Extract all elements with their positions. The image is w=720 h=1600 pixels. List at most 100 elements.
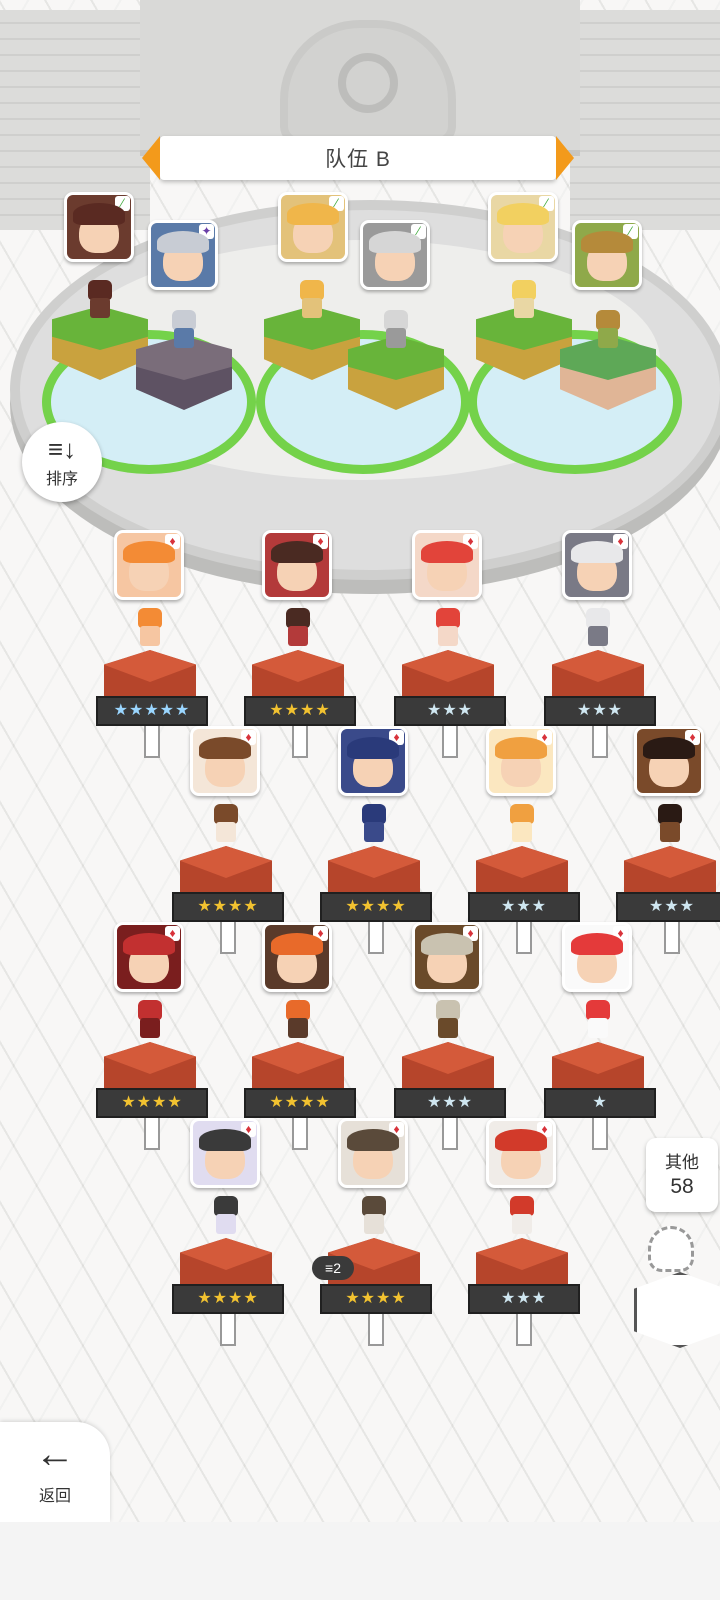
roster-pedestal[interactable]: ★★★★: [244, 640, 356, 758]
sprite-body: [216, 822, 236, 842]
team-hero-sprite[interactable]: [82, 280, 118, 320]
team-hero-portrait[interactable]: ⁄: [488, 192, 558, 262]
roster-pedestal[interactable]: ★★★★: [320, 836, 432, 954]
roster-hero-portrait[interactable]: ♦: [190, 726, 260, 796]
portrait-hair: [347, 737, 399, 759]
star-rating: ★★★: [394, 1088, 506, 1118]
roster-hero-sprite[interactable]: [208, 804, 244, 844]
portrait-hair: [287, 203, 339, 225]
portrait-hair: [369, 231, 421, 253]
next-team-arrow-icon[interactable]: [556, 136, 574, 180]
roster-pedestal[interactable]: ★★★: [394, 640, 506, 758]
sort-button[interactable]: ≡↓ 排序: [22, 422, 102, 502]
sprite-body: [288, 1018, 308, 1038]
roster-hero-sprite[interactable]: [132, 608, 168, 648]
sprite-body: [386, 328, 406, 348]
sprite-head: [138, 1000, 162, 1020]
roster-pedestal[interactable]: ★★★★: [172, 836, 284, 954]
team-hero-portrait[interactable]: ⁄: [360, 220, 430, 290]
roster-hero-portrait[interactable]: ♦: [412, 530, 482, 600]
team-hero-sprite[interactable]: [294, 280, 330, 320]
sprite-head: [286, 608, 310, 628]
roster-pedestal[interactable]: ★★★★: [172, 1228, 284, 1346]
roster-pedestal[interactable]: ★★★★: [96, 1032, 208, 1150]
previous-team-arrow-icon[interactable]: [142, 136, 160, 180]
portrait-hair: [495, 737, 547, 759]
roster-hero-sprite[interactable]: [652, 804, 688, 844]
roster-hero-sprite[interactable]: [504, 1196, 540, 1236]
star-rating: ★★★★★: [96, 696, 208, 726]
roster-hero-sprite[interactable]: [280, 608, 316, 648]
roster-pedestal[interactable]: ★★★★: [244, 1032, 356, 1150]
team-hero-sprite[interactable]: [590, 310, 626, 350]
team-hero-portrait[interactable]: ✦: [148, 220, 218, 290]
sprite-body: [364, 822, 384, 842]
roster-hero-portrait[interactable]: ♦: [114, 922, 184, 992]
back-button[interactable]: ← 返回: [0, 1422, 110, 1522]
star-rating: ★★★★: [320, 1284, 432, 1314]
roster-pedestal[interactable]: ★★★: [468, 1228, 580, 1346]
roster-hero-sprite[interactable]: [356, 804, 392, 844]
roster-hero-sprite[interactable]: [504, 804, 540, 844]
roster-hero-sprite[interactable]: [580, 1000, 616, 1040]
sprite-body: [588, 626, 608, 646]
star-rating: ★★★★: [320, 892, 432, 922]
roster-hero-sprite[interactable]: [208, 1196, 244, 1236]
portrait-hair: [123, 541, 175, 563]
team-hero-portrait[interactable]: ⁄: [572, 220, 642, 290]
roster-hero-portrait[interactable]: ♦: [190, 1118, 260, 1188]
team-hero-sprite[interactable]: [166, 310, 202, 350]
roster-hero-sprite[interactable]: [132, 1000, 168, 1040]
roster-hero-portrait[interactable]: ♦: [486, 1118, 556, 1188]
roster-hero-sprite[interactable]: [430, 1000, 466, 1040]
roster-pedestal[interactable]: ★: [544, 1032, 656, 1150]
roster-hero-sprite[interactable]: [280, 1000, 316, 1040]
roster-hero-portrait[interactable]: ♦: [562, 530, 632, 600]
sprite-head: [362, 1196, 386, 1216]
portrait-hair: [157, 231, 209, 253]
roster-pedestal[interactable]: ★★★: [616, 836, 720, 954]
other-heroes-pedestal[interactable]: [634, 1226, 720, 1348]
sprite-body: [288, 626, 308, 646]
portrait-hair: [271, 541, 323, 563]
roster-hero-sprite[interactable]: [356, 1196, 392, 1236]
sprite-body: [660, 822, 680, 842]
roster-hero-portrait[interactable]: ♦: [338, 726, 408, 796]
portrait-hair: [643, 737, 695, 759]
portrait-hair: [571, 541, 623, 563]
sprite-head: [436, 608, 460, 628]
team-selector[interactable]: 队伍 B: [142, 136, 574, 180]
roster-pedestal[interactable]: ★★★: [544, 640, 656, 758]
roster-hero-sprite[interactable]: [430, 608, 466, 648]
sprite-body: [438, 626, 458, 646]
team-hero-portrait[interactable]: ⁄: [64, 192, 134, 262]
sprite-body: [90, 298, 110, 318]
star-rating: ★★★: [616, 892, 720, 922]
roster-hero-portrait[interactable]: ♦: [486, 726, 556, 796]
other-heroes-tag[interactable]: 其他 58: [646, 1138, 718, 1212]
roster-hero-portrait[interactable]: ♦: [634, 726, 704, 796]
roster-hero-portrait[interactable]: ♦: [412, 922, 482, 992]
roster-pedestal[interactable]: ★★★: [394, 1032, 506, 1150]
sprite-head: [384, 310, 408, 330]
roster-pedestal[interactable]: ★★★★: [320, 1228, 432, 1346]
roster-hero-portrait[interactable]: ♦: [262, 530, 332, 600]
roster-hero-portrait[interactable]: ♦: [562, 922, 632, 992]
team-hero-sprite[interactable]: [378, 310, 414, 350]
star-rating: ★★★★: [96, 1088, 208, 1118]
sprite-head: [586, 1000, 610, 1020]
roster-hero-sprite[interactable]: [580, 608, 616, 648]
sprite-body: [438, 1018, 458, 1038]
sprite-head: [88, 280, 112, 300]
roster-pedestal[interactable]: ★★★★★: [96, 640, 208, 758]
roster-hero-portrait[interactable]: ♦: [114, 530, 184, 600]
roster-hero-portrait[interactable]: ♦: [262, 922, 332, 992]
sprite-head: [286, 1000, 310, 1020]
roster-pedestal[interactable]: ★★★: [468, 836, 580, 954]
roster-hero-portrait[interactable]: ♦: [338, 1118, 408, 1188]
sprite-head: [172, 310, 196, 330]
team-hero-portrait[interactable]: ⁄: [278, 192, 348, 262]
team-hero-sprite[interactable]: [506, 280, 542, 320]
sprite-body: [174, 328, 194, 348]
team-title: 队伍 B: [325, 148, 391, 171]
